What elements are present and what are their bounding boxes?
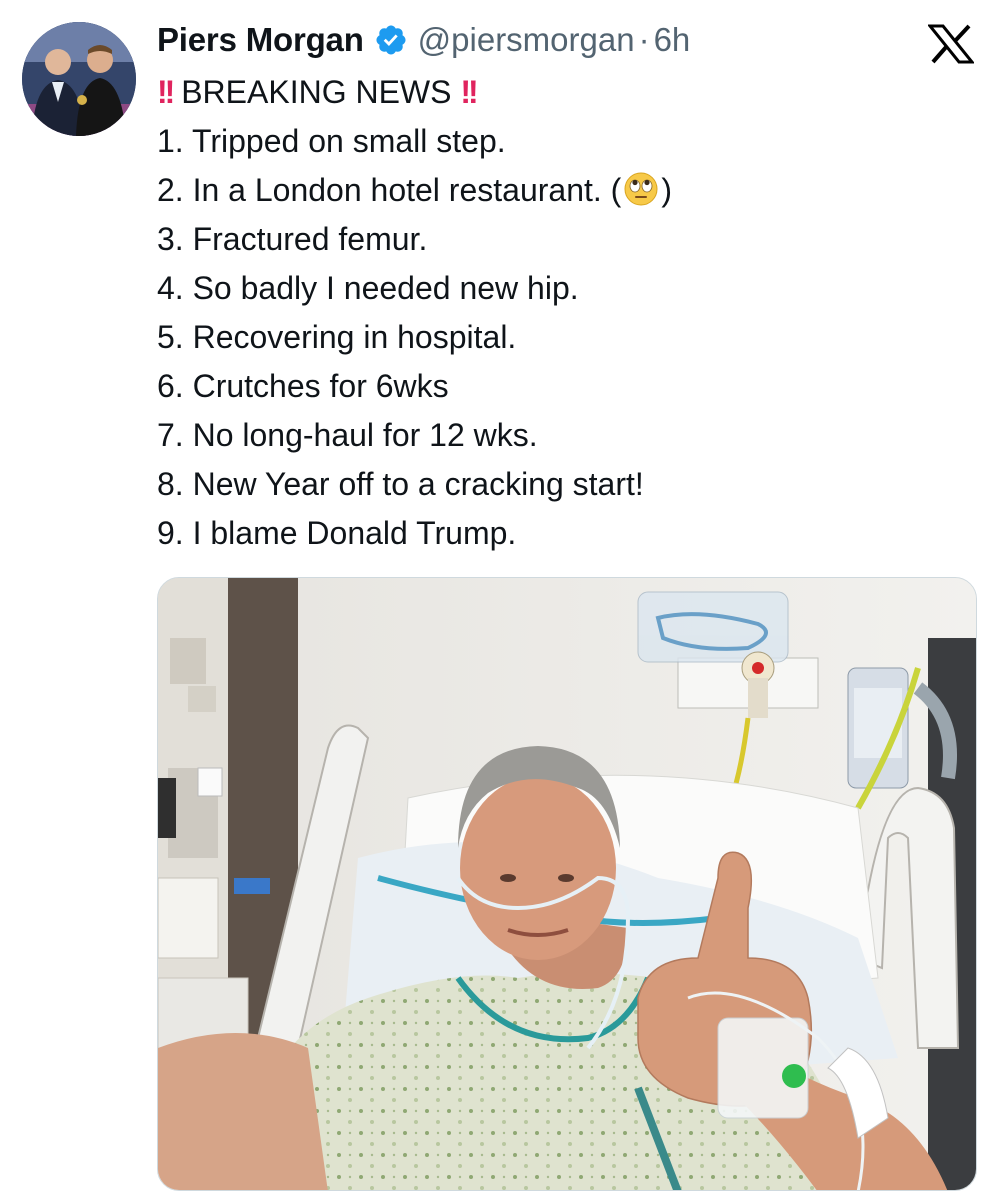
tweet-line-text: 2. In a London hotel restaurant. ( <box>157 172 622 208</box>
double-exclamation-emoji: !! <box>157 74 175 110</box>
display-name[interactable]: Piers Morgan <box>157 21 364 59</box>
x-logo-icon <box>926 24 976 64</box>
avatar-image <box>22 22 136 136</box>
separator-dot: · <box>638 21 650 58</box>
tweet-line: 1. Tripped on small step. <box>157 123 506 159</box>
double-exclamation-emoji: !! <box>460 74 478 110</box>
tweet-line: 4. So badly I needed new hip. <box>157 270 579 306</box>
tweet-line: 9. I blame Donald Trump. <box>157 515 517 551</box>
rolling-eyes-emoji-icon <box>623 171 659 207</box>
tweet-header: Piers Morgan @piersmorgan · 6h <box>157 18 690 62</box>
tweet-line: 3. Fractured femur. <box>157 221 428 257</box>
tweet-line: 7. No long-haul for 12 wks. <box>157 417 538 453</box>
tweet-photo[interactable] <box>157 577 977 1191</box>
hospital-photo-image <box>158 578 976 1190</box>
tweet-line: 6. Crutches for 6wks <box>157 368 449 404</box>
tweet-line: 5. Recovering in hospital. <box>157 319 517 355</box>
handle[interactable]: @piersmorgan <box>418 21 635 59</box>
avatar[interactable] <box>22 22 136 136</box>
tweet-line-text: ) <box>661 172 672 208</box>
tweet-line: 2. In a London hotel restaurant. ( ) <box>157 166 957 215</box>
tweet-line: 8. New Year off to a cracking start! <box>157 466 644 502</box>
tweet-line-headline: !! BREAKING NEWS !! <box>157 68 957 117</box>
headline-text: BREAKING NEWS <box>181 74 452 110</box>
verified-badge-icon[interactable] <box>374 23 408 57</box>
tweet-text: !! BREAKING NEWS !! 1. Tripped on small … <box>157 68 957 558</box>
timestamp[interactable]: 6h <box>654 21 691 59</box>
